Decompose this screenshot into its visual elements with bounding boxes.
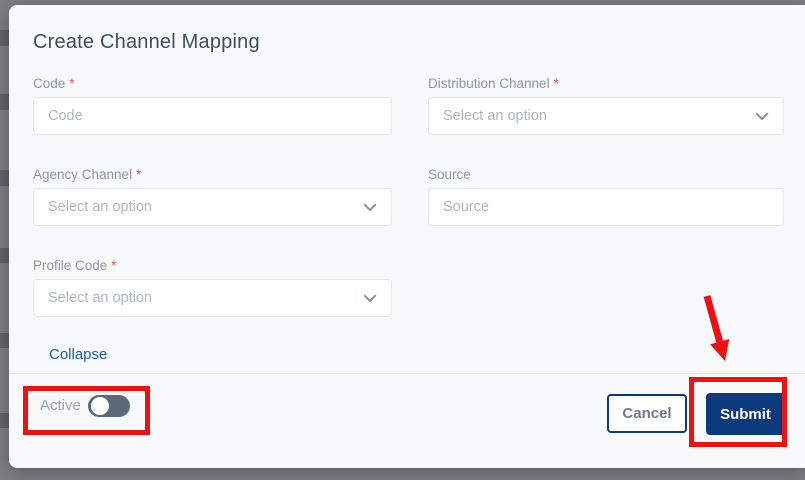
dimmed-sidebar-item: [0, 94, 9, 110]
select-placeholder: Select an option: [48, 199, 152, 215]
required-asterisk: *: [69, 76, 74, 91]
select-placeholder: Select an option: [443, 108, 547, 124]
distribution-channel-field-group: Distribution Channel * Select an option: [428, 76, 784, 135]
distribution-channel-select[interactable]: Select an option: [428, 97, 784, 135]
agency-channel-select[interactable]: Select an option: [33, 188, 392, 226]
active-toggle[interactable]: [88, 395, 130, 417]
dimmed-sidebar-item: [0, 413, 9, 428]
profile-code-select[interactable]: Select an option: [33, 279, 392, 317]
distribution-channel-label: Distribution Channel: [428, 76, 550, 91]
submit-button[interactable]: Submit: [706, 393, 785, 435]
cancel-button[interactable]: Cancel: [607, 394, 687, 433]
code-field-group: Code *: [33, 76, 392, 135]
code-input[interactable]: [33, 97, 392, 135]
dimmed-sidebar-item: [0, 30, 9, 46]
chevron-down-icon: [753, 107, 771, 125]
collapse-link[interactable]: Collapse: [49, 346, 107, 363]
overlay-backdrop-left: [0, 0, 9, 480]
source-input[interactable]: [428, 188, 784, 226]
required-asterisk: *: [111, 258, 116, 273]
active-toggle-label: Active: [40, 397, 81, 414]
required-asterisk: *: [554, 76, 559, 91]
overlay-backdrop-bottom: RENT 07-08-2025 09:45 PM: [0, 468, 805, 480]
footer-divider: [9, 373, 805, 374]
chevron-down-icon: [361, 198, 379, 216]
create-channel-mapping-dialog: Create Channel Mapping Code * Distributio…: [9, 5, 805, 468]
source-field-group: Source: [428, 167, 784, 226]
dimmed-sidebar-item: [0, 248, 9, 263]
toggle-knob: [91, 397, 109, 415]
dimmed-sidebar-item: [0, 170, 9, 186]
source-label: Source: [428, 167, 471, 182]
code-label: Code: [33, 76, 65, 91]
dialog-title: Create Channel Mapping: [33, 31, 260, 54]
chevron-down-icon: [361, 289, 379, 307]
dimmed-sidebar-item: [0, 333, 9, 348]
profile-code-label: Profile Code: [33, 258, 107, 273]
profile-code-field-group: Profile Code * Select an option: [33, 258, 392, 317]
agency-channel-field-group: Agency Channel * Select an option: [33, 167, 392, 226]
agency-channel-label: Agency Channel: [33, 167, 132, 182]
required-asterisk: *: [136, 167, 141, 182]
select-placeholder: Select an option: [48, 290, 152, 306]
